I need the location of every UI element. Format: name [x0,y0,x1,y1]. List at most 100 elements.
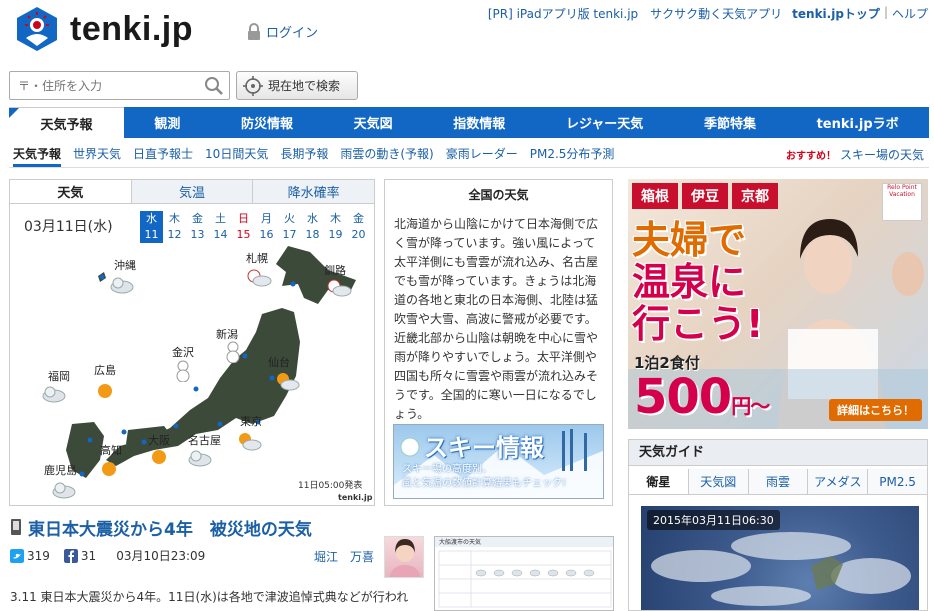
news-thumbnail[interactable]: 大船渡市の天気 [434,536,614,611]
ski-info-title: スキー情報 [424,434,544,462]
day-item[interactable]: 金 20 [347,211,370,243]
day-item[interactable]: 水 11 [140,211,163,243]
subnav-world[interactable]: 世界天気 [73,141,121,166]
map-credit: tenki.jp [338,493,373,502]
ad-cta-button[interactable]: 詳細はこちら！ [829,399,922,421]
nav-tab-seasonal[interactable]: 季節特集 [674,107,787,138]
city-sapporo[interactable]: 札幌 [246,250,268,266]
sunny-icon [98,384,112,398]
city-okinawa[interactable]: 沖縄 [114,257,136,273]
subnav-heavy-rain[interactable]: 豪雨レーダー [446,141,518,166]
lock-icon [248,22,260,40]
twitter-icon[interactable] [10,548,24,563]
forecast-tab-precip[interactable]: 降水確率 [252,180,374,203]
news-date: 03月10日23:09 [116,549,206,563]
city-tokyo[interactable]: 東京 [240,413,262,429]
nav-tab-leisure[interactable]: レジャー天気 [536,107,674,138]
city-hiroshima[interactable]: 広島 [94,362,116,378]
news-summary: 3.11 東日本大震災から4年。11日(水)は各地で津波追悼式典などが行われ [10,590,409,604]
address-search-input[interactable] [9,71,230,100]
guide-tab-satellite[interactable]: 衛星 [629,469,688,494]
ad-price: 500円〜 [634,369,770,425]
ad-headline: 夫婦で 温泉に 行こう! [632,218,764,346]
author-avatar[interactable] [384,536,424,578]
subnav-longrange[interactable]: 長期予報 [280,141,328,166]
japan-weather-map[interactable]: 沖縄 札幌 釧路 新潟 金沢 仙台 福岡 広島 大阪 名古屋 東京 高知 鹿児島 [10,246,374,505]
cloudy-icon [188,450,212,467]
issued-time: 11日05:00発表 [298,481,363,491]
day-item[interactable]: 木 19 [324,211,347,243]
top-links: [PR] iPadアプリ版 tenki.jp サクサク動く天気アプリ tenki… [478,5,928,22]
forecast-date: 03月11日(水) [24,219,113,235]
day-item[interactable]: 土 14 [209,211,232,243]
thumb-title: 大船渡市の天気 [435,537,613,547]
day-item[interactable]: 月 16 [255,211,278,243]
nav-tab-lab[interactable]: tenki.jpラボ [786,107,929,138]
satellite-timestamp: 2015年03月11日06:30 [647,510,780,530]
ski-info-subtitle: スキー場の高度別、 風と気温の数値計算結果もチェック! [402,464,567,489]
cloudy-icon [42,386,66,403]
city-sendai[interactable]: 仙台 [268,354,290,370]
nav-tab-observation[interactable]: 観測 [124,107,211,138]
city-kochi[interactable]: 高知 [100,442,122,458]
nav-tab-weather-map[interactable]: 天気図 [323,107,423,138]
day-item[interactable]: 日 15 [232,211,255,243]
site-logo[interactable]: tenki.jp [14,6,193,52]
cloudy-sun-icon [277,373,300,391]
snowman-icon [176,360,190,382]
main-nav: 天気予報 観測 防災情報 天気図 指数情報 レジャー天気 季節特集 tenki.… [9,107,929,138]
ad-brand-logo: Relo Point Vacation [882,183,922,221]
city-niigata[interactable]: 新潟 [216,326,238,342]
guide-tab-amedas[interactable]: アメダス [807,469,868,494]
satellite-image[interactable]: 2015年03月11日06:30 [641,506,919,610]
ski-info-banner[interactable]: スキー情報 スキー場の高度別、 風と気温の数値計算結果もチェック! [393,424,604,499]
guide-tab-weather-map[interactable]: 天気図 [687,469,748,494]
city-kagoshima[interactable]: 鹿児島 [44,462,77,478]
subnav-pm25[interactable]: PM2.5分布予測 [530,141,615,166]
subnav-forecast[interactable]: 天気予報 [13,141,62,167]
cloudy-icon [52,482,76,499]
day-item[interactable]: 木 12 [163,211,186,243]
sunny-icon [102,462,116,476]
nav-tab-index[interactable]: 指数情報 [423,107,536,138]
forecast-tabs: 天気 気温 降水確率 [10,180,374,204]
facebook-icon[interactable] [63,548,78,563]
subnav-forecaster[interactable]: 日直予報士 [133,141,193,166]
recommend-label: スキー場の天気 [839,148,924,162]
ad-tag: 伊豆 [682,183,728,209]
national-weather-title: 全国の天気 [468,188,529,202]
guide-tab-pm25[interactable]: PM2.5 [867,469,927,494]
news-author[interactable]: 堀江 万喜 [314,548,374,565]
weather-guide: 天気ガイド 衛星 天気図 雨雲 アメダス PM2.5 2015年03月11日06… [628,439,928,611]
nav-tab-disaster[interactable]: 防災情報 [211,107,324,138]
forecast-tab-temperature[interactable]: 気温 [130,180,253,203]
day-item[interactable]: 水 18 [301,211,324,243]
snow-cloud-icon [247,269,272,287]
news-headline[interactable]: 東日本大震災から4年 被災地の天気 [28,515,312,540]
day-item[interactable]: 金 13 [186,211,209,243]
mobile-icon [11,519,21,535]
login-link[interactable]: ログイン [246,22,318,41]
forecast-tab-weather[interactable]: 天気 [10,180,131,203]
day-selector: 水 11 木 12 金 13 土 14 日 15 月 16 火 17 水 18 木 19 金 20 [140,211,370,243]
top-page-link[interactable]: tenki.jpトップ [792,5,880,22]
pr-link[interactable]: [PR] iPadアプリ版 tenki.jp サクサク動く天気アプリ [488,5,782,22]
subnav-rain-radar[interactable]: 雨雲の動き(予報) [340,141,433,166]
guide-tab-rain[interactable]: 雨雲 [747,469,808,494]
facebook-count: 31 [80,548,97,563]
forecast-map-panel: 天気 気温 降水確率 03月11日(水) 水 11 木 12 金 13 土 14 日 15… [9,179,375,506]
cloudy-sun-icon [239,433,262,451]
locate-label: 現在地で検索 [268,79,341,93]
day-item[interactable]: 火 17 [278,211,301,243]
news-meta: 319 31 03月10日23:09 [10,547,205,564]
snow-cloud-icon [327,279,352,297]
crosshair-icon [243,75,263,96]
recommend-link[interactable]: おすすめ！ スキー場の天気 [786,146,924,163]
subnav-10day[interactable]: 10日間天気 [205,141,268,166]
onsen-advertisement[interactable]: 箱根 伊豆 京都 Relo Point Vacation 夫婦で 温泉に 行こう… [628,179,928,429]
city-kanazawa[interactable]: 金沢 [172,344,194,360]
help-link[interactable]: ヘルプ [892,5,928,22]
nav-tab-forecast[interactable]: 天気予報 [9,107,124,138]
search-icon[interactable] [204,76,224,96]
locate-search-button[interactable]: 現在地で検索 [236,71,358,100]
